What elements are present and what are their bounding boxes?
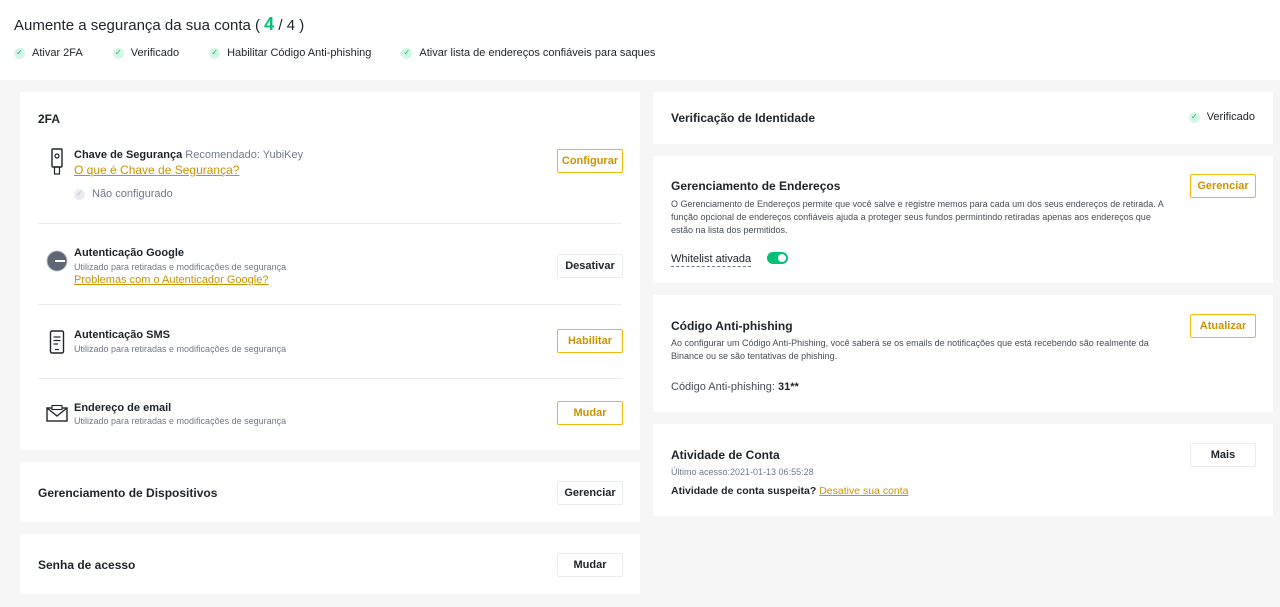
disable-google-auth-button[interactable]: Desativar	[557, 254, 623, 278]
security-key-title: Chave de Segurança	[74, 149, 183, 161]
sms-phone-icon	[49, 330, 65, 359]
address-title: Gerenciamento de Endereços	[671, 179, 841, 193]
last-access: Último acesso:2021-01-13 06:55:28	[671, 467, 814, 477]
checklist-item-verified: ✓ Verificado	[112, 47, 180, 59]
identity-title: Verificação de Identidade	[671, 111, 816, 125]
change-password-button[interactable]: Mudar	[557, 553, 623, 577]
page-title: Aumente a segurança da sua conta ( 4 / 4…	[14, 14, 304, 35]
change-email-button[interactable]: Mudar	[557, 401, 623, 425]
checklist-item-whitelist: ✓ Ativar lista de endereços confiáveis p…	[401, 47, 655, 59]
twofa-card: 2FA Chave de Segurança Recomendado: Yubi…	[20, 92, 640, 450]
antiphishing-card: Código Anti-phishing Ao configurar um Có…	[653, 295, 1273, 412]
check-icon: ✓	[112, 47, 124, 59]
sms-auth-subtitle: Utilizado para retiradas e modificações …	[74, 344, 287, 354]
password-title: Senha de acesso	[38, 558, 136, 572]
identity-status: ✓ Verificado	[1188, 111, 1255, 123]
checklist-label: Habilitar Código Anti-phishing	[227, 47, 372, 59]
email-title: Endereço de email	[74, 402, 172, 414]
security-key-icon	[50, 148, 64, 181]
security-key-heading: Chave de Segurança Recomendado: YubiKey	[74, 149, 303, 161]
antiphishing-description: Ao configurar um Código Anti-Phishing, v…	[671, 338, 1149, 361]
whitelist-toggle[interactable]	[767, 252, 788, 264]
manage-devices-button[interactable]: Gerenciar	[557, 481, 623, 505]
email-subtitle: Utilizado para retiradas e modificações …	[74, 416, 287, 426]
whitelist-label: Whitelist ativada	[671, 253, 752, 267]
antiphishing-code-label: Código Anti-phishing:	[671, 381, 779, 393]
activity-title: Atividade de Conta	[671, 448, 780, 462]
checklist-item-antiphishing: ✓ Habilitar Código Anti-phishing	[209, 47, 371, 59]
security-key-status: ✓ Não configurado	[74, 188, 173, 200]
checklist-item-2fa: ✓ Ativar 2FA	[14, 47, 83, 59]
check-icon: ✓	[401, 47, 413, 59]
divider	[38, 304, 622, 305]
google-auth-subtitle: Utilizado para retiradas e modificações …	[74, 262, 287, 272]
title-prefix: Aumente a segurança da sua conta (	[14, 17, 260, 34]
title-suffix: / 4 )	[278, 17, 305, 34]
checklist-label: Verificado	[130, 47, 180, 59]
checklist-label: Ativar 2FA	[32, 47, 83, 59]
divider	[38, 223, 622, 224]
security-header: Aumente a segurança da sua conta ( 4 / 4…	[0, 0, 1280, 80]
google-authenticator-icon	[46, 250, 68, 277]
check-icon: ✓	[74, 188, 85, 200]
antiphishing-code-value: 31**	[778, 381, 799, 393]
twofa-title: 2FA	[38, 112, 61, 126]
security-key-recommend: Recomendado: YubiKey	[185, 149, 304, 161]
configure-security-key-button[interactable]: Configurar	[557, 149, 623, 173]
disable-account-link[interactable]: Desative sua conta	[819, 485, 908, 497]
more-activity-button[interactable]: Mais	[1190, 443, 1256, 467]
antiphishing-code: Código Anti-phishing: 31**	[671, 381, 799, 393]
check-icon: ✓	[1188, 111, 1200, 123]
suspect-label: Atividade de conta suspeita?	[671, 485, 820, 497]
address-description: O Gerenciamento de Endereços permite que…	[671, 199, 1164, 235]
divider	[38, 378, 622, 379]
manage-address-button[interactable]: Gerenciar	[1190, 174, 1256, 198]
google-auth-title: Autenticação Google	[74, 247, 185, 259]
identity-status-label: Verificado	[1206, 111, 1255, 123]
suspect-activity: Atividade de conta suspeita? Desative su…	[671, 485, 909, 497]
email-envelope-icon	[46, 404, 68, 428]
devices-title: Gerenciamento de Dispositivos	[38, 486, 218, 500]
google-auth-help-link[interactable]: Problemas com o Autenticador Google?	[74, 274, 268, 286]
address-card: Gerenciamento de Endereços O Gerenciamen…	[653, 156, 1273, 283]
checklist-label: Ativar lista de endereços confiáveis par…	[419, 47, 656, 59]
sms-auth-title: Autenticação SMS	[74, 329, 170, 341]
identity-card: Verificação de Identidade ✓ Verificado	[653, 92, 1273, 144]
security-checklist: ✓ Ativar 2FA ✓ Verificado ✓ Habilitar Có…	[14, 47, 685, 59]
security-key-status-label: Não configurado	[92, 188, 173, 200]
enable-sms-button[interactable]: Habilitar	[557, 329, 623, 353]
update-antiphishing-button[interactable]: Atualizar	[1190, 314, 1256, 338]
toggle-knob	[778, 254, 786, 262]
security-count: 4	[264, 14, 275, 34]
password-card: Senha de acesso Mudar	[20, 534, 640, 594]
activity-card: Atividade de Conta Último acesso:2021-01…	[653, 424, 1273, 516]
check-icon: ✓	[14, 47, 25, 59]
check-icon: ✓	[209, 47, 221, 59]
security-key-help-link[interactable]: O que é Chave de Segurança?	[74, 163, 239, 177]
antiphishing-title: Código Anti-phishing	[671, 319, 793, 333]
devices-card: Gerenciamento de Dispositivos Gerenciar	[20, 462, 640, 522]
